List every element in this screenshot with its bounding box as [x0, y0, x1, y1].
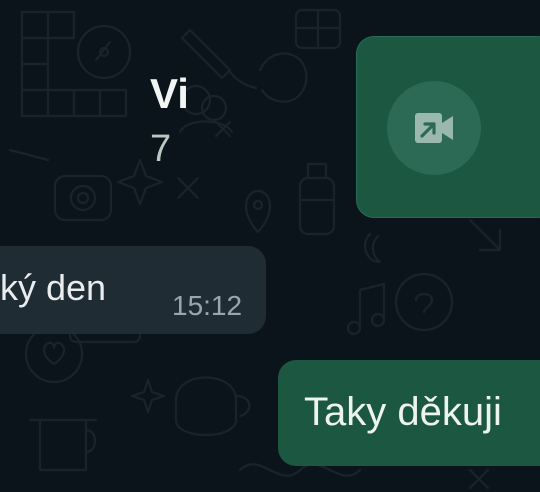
compass-doodle-icon	[76, 24, 132, 80]
outgoing-video-call-bubble[interactable]	[356, 36, 540, 218]
pin-doodle-icon	[244, 189, 272, 234]
camera-doodle-icon	[53, 174, 113, 222]
heart-circle-doodle-icon	[24, 324, 84, 384]
incoming-message-text: ký den	[0, 267, 107, 308]
music-note-doodle-icon	[346, 282, 386, 336]
crossword-doodle-icon	[8, 10, 128, 162]
pencil-doodle-icon	[180, 28, 232, 80]
call-title: Vi	[150, 70, 189, 117]
star-doodle-icon	[130, 378, 166, 414]
gift-doodle-icon	[294, 8, 342, 50]
chat-bubble-doodle-icon	[394, 272, 454, 332]
cross-doodle-icon-2	[468, 468, 490, 490]
teapot-doodle-icon	[174, 376, 251, 437]
cross-doodle-icon	[176, 176, 200, 200]
moon-doodle-icon	[363, 232, 382, 264]
video-call-icon	[387, 81, 481, 175]
cup-doodle-icon	[28, 418, 98, 472]
bottle-doodle-icon	[298, 162, 336, 236]
hand-doodle-icon	[228, 52, 308, 103]
call-subtitle: 7	[150, 128, 172, 170]
arrow-doodle-icon	[468, 218, 502, 252]
outgoing-message-text: Taky děkuji	[304, 390, 502, 434]
incoming-message-time: 15:12	[172, 290, 243, 321]
